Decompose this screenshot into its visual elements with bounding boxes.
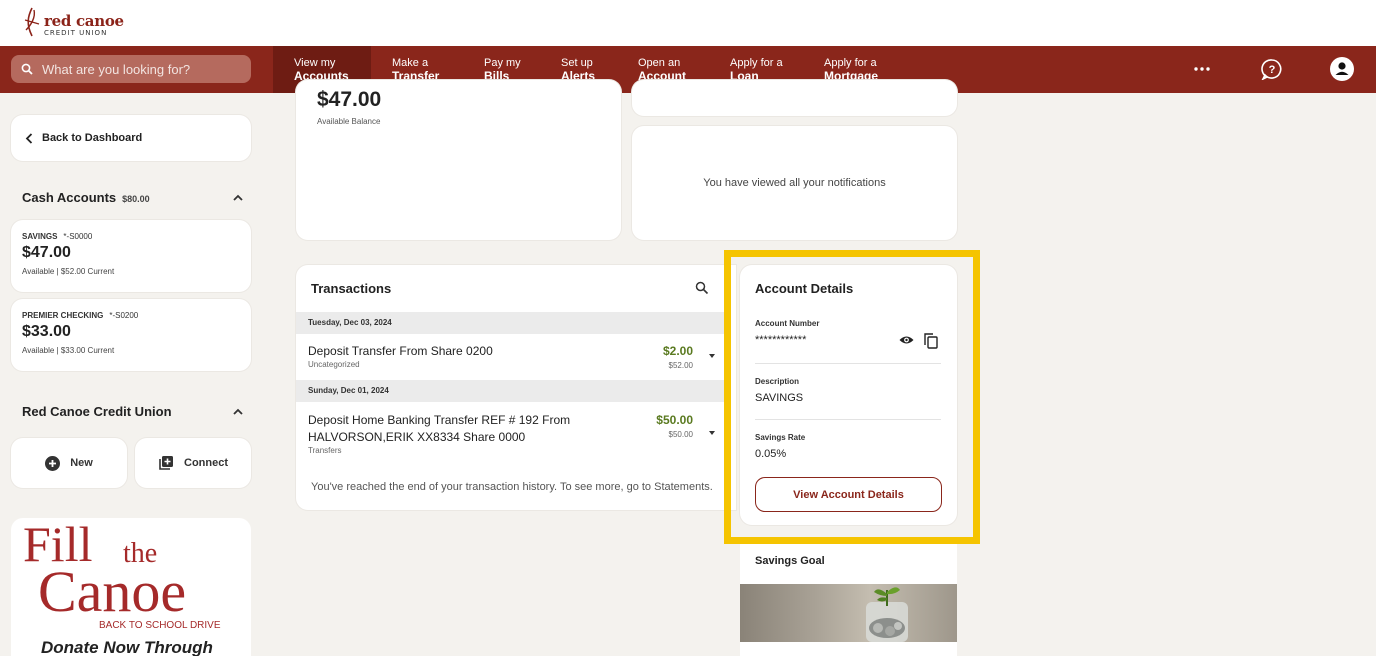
savings-rate-value: 0.05% bbox=[755, 448, 787, 460]
nav-item-line1: Open an bbox=[638, 57, 681, 69]
account-name: PREMIER CHECKING *-S0200 bbox=[22, 311, 139, 320]
savings-jar-image bbox=[740, 584, 957, 642]
search-box[interactable] bbox=[11, 55, 251, 83]
canoe-logo-icon bbox=[24, 7, 40, 37]
account-details-title: Account Details bbox=[755, 281, 854, 296]
divider bbox=[755, 363, 941, 364]
description-value: SAVINGS bbox=[755, 392, 804, 404]
logo-name: red canoe bbox=[44, 12, 124, 30]
cash-accounts-total: $80.00 bbox=[122, 194, 150, 204]
account-balance: $33.00 bbox=[22, 323, 71, 340]
account-actions-card bbox=[632, 80, 957, 116]
eye-icon[interactable] bbox=[899, 335, 914, 345]
more-icon[interactable] bbox=[1190, 57, 1214, 81]
transaction-date-header: Sunday, Dec 01, 2024 bbox=[296, 380, 724, 402]
account-subtext: Available | $52.00 Current bbox=[22, 267, 115, 276]
copy-icon[interactable] bbox=[924, 333, 938, 349]
notifications-card: You have viewed all your notifications bbox=[632, 126, 957, 240]
connect-label: Connect bbox=[184, 457, 228, 469]
expand-caret-icon[interactable] bbox=[709, 431, 715, 435]
transaction-category: Transfers bbox=[308, 446, 342, 455]
savings-goal-title: Savings Goal bbox=[755, 555, 825, 567]
available-balance-amount: $47.00 bbox=[317, 88, 382, 111]
account-number-value: ************ bbox=[755, 334, 807, 346]
available-balance-label: Available Balance bbox=[317, 117, 381, 126]
add-circle-icon bbox=[45, 455, 61, 471]
back-to-dashboard-button[interactable]: Back to Dashboard bbox=[11, 115, 251, 161]
savings-rate-label: Savings Rate bbox=[755, 433, 806, 442]
account-name: SAVINGS *-S0000 bbox=[22, 232, 93, 241]
transaction-amount: $50.00 bbox=[656, 413, 693, 427]
help-chat-icon[interactable]: ? bbox=[1260, 57, 1284, 81]
search-icon bbox=[21, 63, 33, 75]
notifications-text: You have viewed all your notifications bbox=[703, 177, 886, 189]
fill-the-canoe-promo[interactable]: Fill the Canoe BACK TO SCHOOL DRIVE Dona… bbox=[11, 518, 251, 656]
balance-card: $47.00 Available Balance bbox=[296, 80, 621, 240]
add-box-icon bbox=[159, 456, 173, 470]
account-number: *-S0000 bbox=[63, 232, 93, 241]
promo-drive-text: BACK TO SCHOOL DRIVE bbox=[99, 620, 221, 631]
chevron-left-icon bbox=[25, 132, 33, 144]
cash-accounts-title: Cash Accounts bbox=[22, 190, 117, 205]
back-label: Back to Dashboard bbox=[42, 132, 143, 144]
search-input[interactable] bbox=[42, 61, 232, 77]
promo-canoe-text: Canoe bbox=[38, 559, 187, 624]
account-details-card: Account Details Account Number *********… bbox=[740, 265, 957, 525]
savings-goal-card[interactable]: Savings Goal bbox=[740, 544, 957, 656]
collapse-chevron-icon[interactable] bbox=[232, 192, 244, 204]
promo-donate-text: Donate Now Through bbox=[41, 638, 213, 656]
nav-item-line1: Apply for a bbox=[824, 57, 877, 69]
nav-item-line1: View my bbox=[294, 57, 336, 69]
transaction-running-balance: $50.00 bbox=[668, 430, 693, 439]
nav-item-line1: Set up bbox=[561, 57, 593, 69]
account-number-label: Account Number bbox=[755, 319, 820, 328]
red-canoe-logo[interactable]: red canoe CREDIT UNION bbox=[22, 6, 124, 38]
view-account-details-button[interactable]: View Account Details bbox=[755, 477, 942, 512]
transactions-card: Transactions Tuesday, Dec 03, 2024 Depos… bbox=[296, 265, 736, 510]
account-balance: $47.00 bbox=[22, 244, 71, 261]
profile-icon[interactable] bbox=[1330, 57, 1354, 81]
transaction-category: Uncategorized bbox=[308, 360, 360, 369]
account-subtext: Available | $33.00 Current bbox=[22, 346, 115, 355]
cash-accounts-heading: Cash Accounts $80.00 bbox=[22, 190, 150, 205]
account-number: *-S0200 bbox=[109, 311, 139, 320]
expand-caret-icon[interactable] bbox=[709, 354, 715, 358]
transaction-running-balance: $52.00 bbox=[668, 361, 693, 370]
nav-item-line1: Apply for a bbox=[730, 57, 783, 69]
logo-subtitle: CREDIT UNION bbox=[44, 29, 108, 37]
divider bbox=[755, 419, 941, 420]
transactions-title: Transactions bbox=[311, 281, 392, 296]
collapse-chevron-icon[interactable] bbox=[232, 406, 244, 418]
new-account-button[interactable]: New bbox=[11, 438, 127, 488]
transaction-amount: $2.00 bbox=[662, 344, 693, 358]
transaction-history-end-text: You've reached the end of your transacti… bbox=[311, 481, 713, 493]
description-label: Description bbox=[755, 377, 800, 386]
svg-text:?: ? bbox=[1269, 64, 1276, 76]
transaction-description: Deposit Home Banking Transfer REF # 192 … bbox=[308, 413, 571, 444]
nav-item-line1: Make a bbox=[392, 57, 429, 69]
credit-union-heading: Red Canoe Credit Union bbox=[22, 404, 172, 419]
nav-item-line1: Pay my bbox=[484, 57, 521, 69]
transaction-description: Deposit Transfer From Share 0200 bbox=[308, 344, 493, 358]
top-header: red canoe CREDIT UNION bbox=[0, 0, 1376, 46]
search-icon[interactable] bbox=[695, 281, 709, 295]
transaction-date-header: Tuesday, Dec 03, 2024 bbox=[296, 312, 724, 334]
account-card-checking[interactable]: PREMIER CHECKING *-S0200 $33.00 Available… bbox=[11, 299, 251, 371]
account-card-savings[interactable]: SAVINGS *-S0000 $47.00 Available | $52.00… bbox=[11, 220, 251, 292]
connect-account-button[interactable]: Connect bbox=[135, 438, 251, 488]
new-label: New bbox=[70, 457, 93, 469]
